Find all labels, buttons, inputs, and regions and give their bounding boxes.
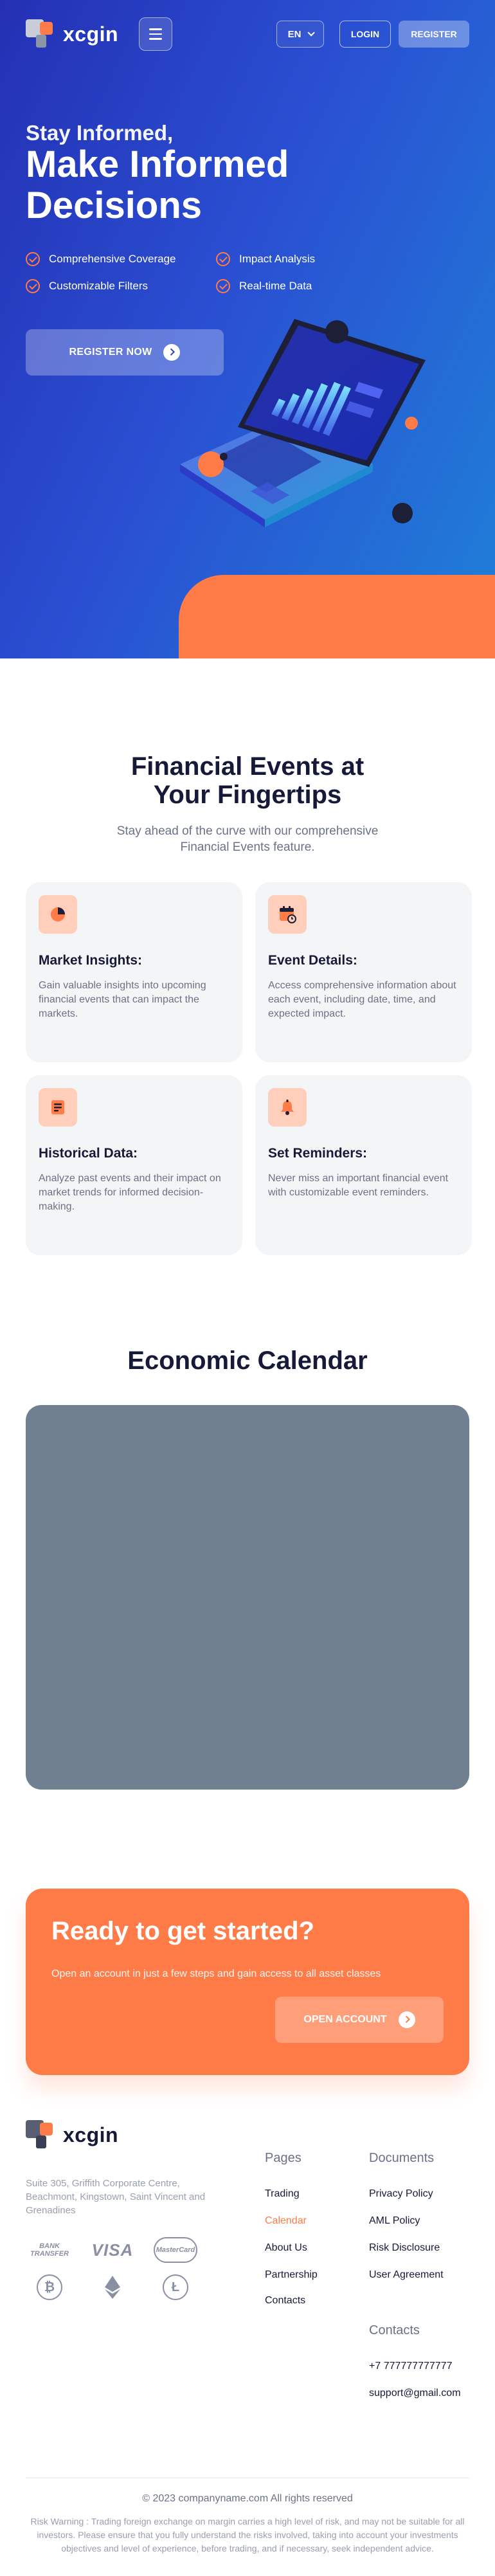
contacts-heading: Contacts (369, 2323, 420, 2337)
bank-transfer-line: BANK (39, 2242, 60, 2250)
hamburger-menu-button[interactable] (139, 17, 173, 51)
contact-email[interactable]: support@gmail.com (369, 2388, 461, 2399)
hero-decorative-shape (179, 575, 495, 658)
check-circle-icon (216, 279, 230, 293)
check-circle-icon (216, 252, 230, 266)
feature-card: Set Reminders: Never miss an important f… (255, 1075, 472, 1255)
bank-transfer-line: TRANSFER (30, 2250, 69, 2258)
calendar-icon (268, 895, 307, 934)
footer-link-calendar[interactable]: Calendar (265, 2215, 307, 2227)
mastercard-logo: MasterCard (152, 2237, 199, 2263)
financial-events-section: Financial Events at Your Fingertips Stay… (0, 658, 495, 1255)
brand-name: xcgin (63, 2123, 119, 2146)
card-title: Historical Data: (39, 1146, 138, 1161)
hero-title: Make Informed Decisions (26, 143, 289, 226)
brand-logo[interactable]: xcgin (26, 19, 118, 49)
hero-subtitle: Stay Informed, (26, 121, 174, 145)
logo-mark-icon (26, 2120, 55, 2150)
ready-cta-banner: Ready to get started? Open an account in… (26, 1889, 469, 2075)
footer-link-contacts[interactable]: Contacts (265, 2295, 305, 2307)
check-circle-icon (26, 279, 40, 293)
payment-methods: BANK TRANSFER VISA MasterCard (26, 2237, 199, 2263)
mastercard-label: MasterCard (154, 2237, 197, 2263)
check-circle-icon (26, 252, 40, 266)
documents-heading: Documents (369, 2151, 435, 2165)
arrow-right-icon (398, 2011, 415, 2028)
hero-feature-list: Comprehensive Coverage Impact Analysis C… (26, 252, 411, 293)
feature-item: Customizable Filters (26, 279, 216, 293)
document-icon (39, 1088, 77, 1127)
crypto-methods: ₿ Ł (26, 2274, 199, 2300)
pie-chart-icon (39, 895, 77, 934)
top-navigation: xcgin EN LOGIN REGISTER (26, 17, 469, 51)
bell-icon (268, 1088, 307, 1127)
footer-link-about-us[interactable]: About Us (265, 2242, 307, 2254)
open-account-button[interactable]: OPEN ACCOUNT (275, 1997, 444, 2043)
footer-link-risk-disclosure[interactable]: Risk Disclosure (369, 2242, 440, 2254)
feature-label: Real-time Data (239, 280, 312, 292)
login-button[interactable]: LOGIN (339, 21, 391, 48)
card-text: Gain valuable insights into upcoming fin… (39, 980, 206, 1019)
ready-title: Ready to get started? (51, 1917, 314, 1945)
feature-card: Historical Data: Analyze past events and… (26, 1075, 242, 1255)
feature-cards: Market Insights: Gain valuable insights … (26, 882, 472, 1255)
economic-calendar-section: Economic Calendar (0, 1255, 495, 1790)
feature-label: Impact Analysis (239, 253, 316, 265)
calendar-title: Economic Calendar (127, 1347, 368, 1375)
card-text: Analyze past events and their impact on … (39, 1173, 221, 1212)
footer-link-aml-policy[interactable]: AML Policy (369, 2215, 420, 2227)
bitcoin-icon: ₿ (37, 2274, 62, 2300)
card-title: Event Details: (268, 953, 357, 968)
pages-heading: Pages (265, 2151, 302, 2165)
language-selector[interactable]: EN (276, 21, 324, 48)
card-text: Access comprehensive information about e… (268, 980, 456, 1019)
litecoin-icon: Ł (163, 2274, 188, 2300)
feature-item: Comprehensive Coverage (26, 252, 216, 266)
site-footer: xcgin Suite 305, Griffith Corporate Cent… (0, 2120, 495, 2555)
footer-logo[interactable]: xcgin (26, 2120, 118, 2150)
calendar-widget-placeholder[interactable] (26, 1405, 469, 1790)
register-now-label: REGISTER NOW (69, 347, 152, 358)
footer-link-trading[interactable]: Trading (265, 2188, 300, 2200)
feature-card: Market Insights: Gain valuable insights … (26, 882, 242, 1062)
risk-warning-text: Risk Warning : Trading foreign exchange … (30, 2516, 465, 2553)
card-title: Set Reminders: (268, 1146, 368, 1161)
feature-card: Event Details: Access comprehensive info… (255, 882, 472, 1062)
laptop-illustration (180, 319, 426, 527)
contact-phone[interactable]: +7 777777777777 (369, 2361, 452, 2372)
footer-link-partnership[interactable]: Partnership (265, 2269, 318, 2281)
bank-transfer-logo: BANK TRANSFER (26, 2237, 73, 2263)
chevron-down-icon (307, 29, 316, 37)
feature-label: Comprehensive Coverage (49, 253, 176, 265)
logo-mark-icon (26, 19, 55, 49)
feature-label: Customizable Filters (49, 280, 148, 292)
ready-text: Open an account in just a few steps and … (51, 1968, 381, 1979)
ethereum-icon (100, 2274, 125, 2300)
hero-section: xcgin EN LOGIN REGISTER Stay Informed, M… (0, 0, 495, 658)
footer-link-privacy-policy[interactable]: Privacy Policy (369, 2188, 433, 2200)
feature-item: Impact Analysis (216, 252, 406, 266)
feature-item: Real-time Data (216, 279, 406, 293)
register-button[interactable]: REGISTER (399, 21, 469, 48)
copyright-text: © 2023 companyname.com All rights reserv… (142, 2493, 353, 2504)
language-label: EN (287, 28, 302, 40)
card-title: Market Insights: (39, 953, 143, 968)
card-text: Never miss an important financial event … (268, 1173, 449, 1198)
events-description: Stay ahead of the curve with our compreh… (116, 824, 379, 854)
visa-logo: VISA (91, 2240, 134, 2260)
footer-link-user-agreement[interactable]: User Agreement (369, 2269, 444, 2281)
events-title: Financial Events at Your Fingertips (130, 752, 364, 809)
open-account-label: OPEN ACCOUNT (303, 2014, 387, 2025)
brand-name: xcgin (63, 22, 119, 46)
company-address: Suite 305, Griffith Corporate Centre, Be… (26, 2178, 206, 2216)
